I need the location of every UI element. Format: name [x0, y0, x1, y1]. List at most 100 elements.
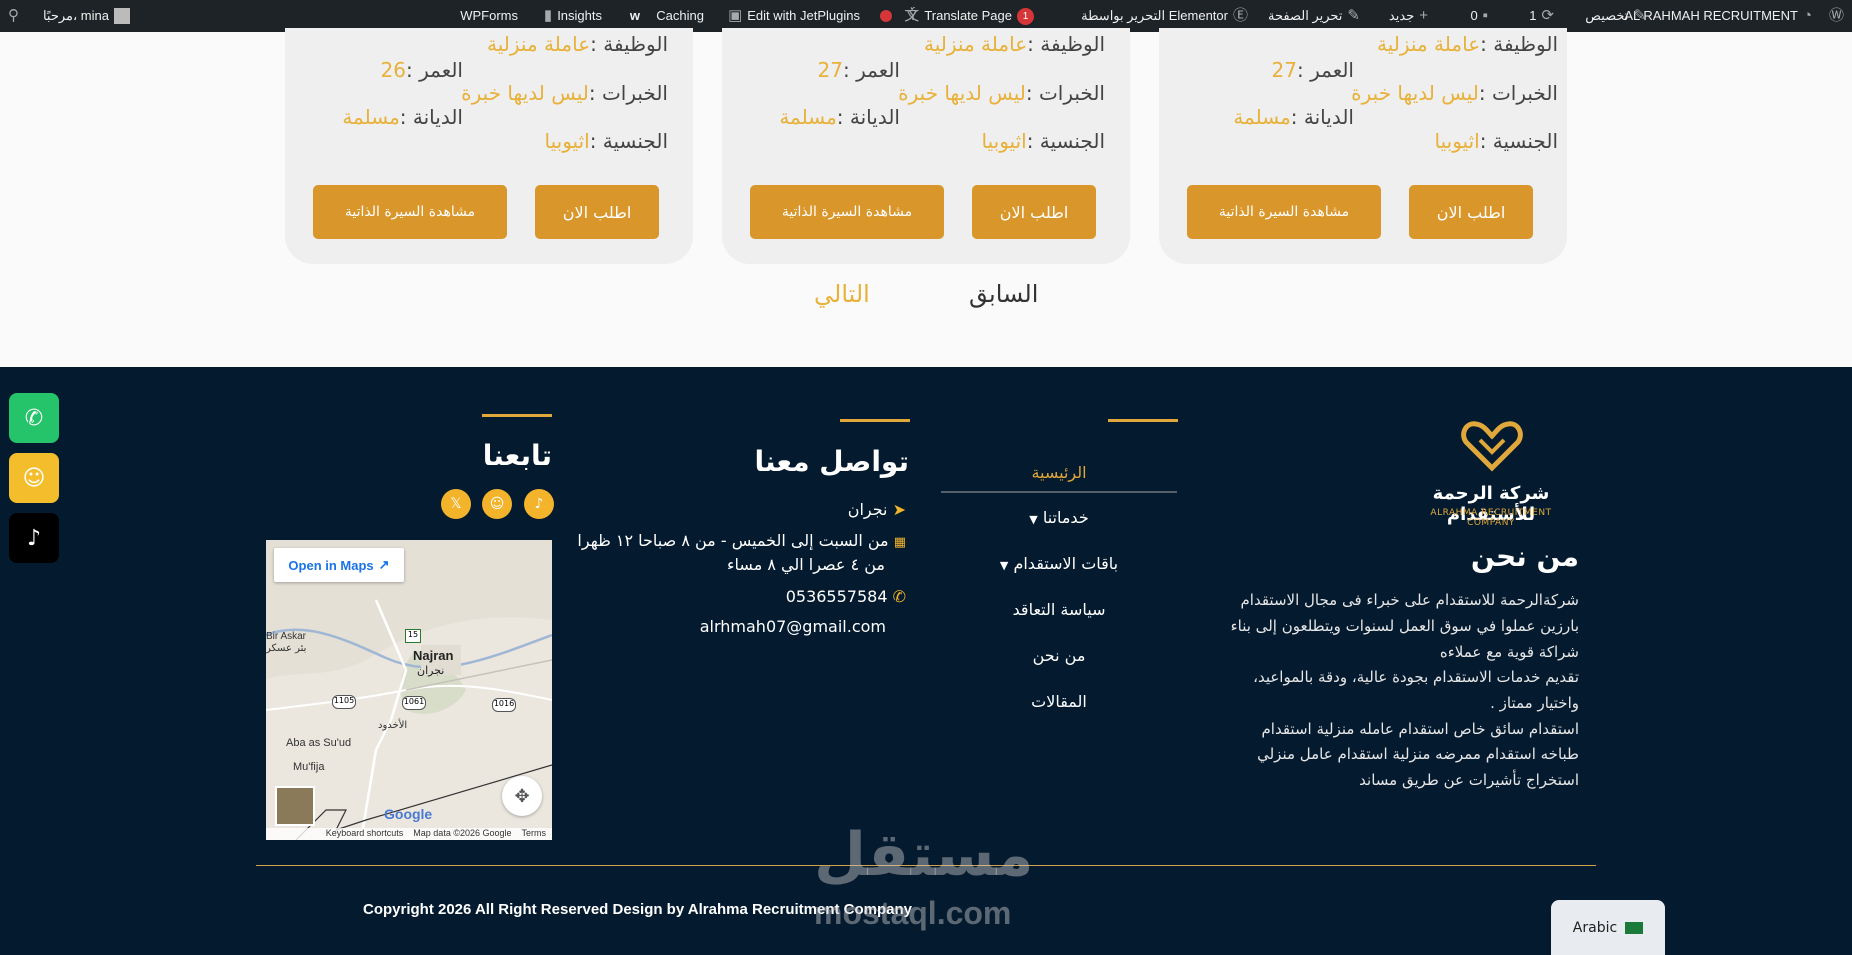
- dashboard-icon: ◔: [1802, 7, 1812, 24]
- map-label-bir-askar-ar: بئر عسكر: [266, 643, 307, 654]
- menu-item-articles[interactable]: المقالات: [941, 692, 1177, 711]
- menu-item-services[interactable]: خدماتنا ▼: [941, 508, 1177, 527]
- road-shield-15: 15: [405, 629, 421, 643]
- worker-card-2: الوظيفة :عاملة منزلية العمر :27 الخبرات …: [722, 28, 1130, 264]
- tiktok-icon[interactable]: ♪: [524, 489, 554, 519]
- job-row: الوظيفة :عاملة منزلية: [487, 32, 668, 56]
- experience-value: ليس لديها خبرة: [1351, 81, 1479, 105]
- job-row: الوظيفة :عاملة منزلية: [924, 32, 1105, 56]
- phone-row[interactable]: ✆ 0536557584: [786, 587, 906, 606]
- job-value: عاملة منزلية: [924, 32, 1028, 56]
- apply-button[interactable]: اطلب الان: [535, 185, 659, 239]
- map-satellite-toggle[interactable]: [275, 786, 315, 826]
- open-in-maps-button[interactable]: Open in Maps ↗: [274, 548, 404, 582]
- map-label-ukhdud: الأخدود: [378, 720, 408, 731]
- terms-link[interactable]: Terms: [522, 828, 547, 840]
- age-value: 26: [380, 58, 406, 82]
- menu-item-services-label: خدماتنا: [1042, 508, 1089, 527]
- watermark-arabic: مستقل: [814, 820, 1034, 890]
- customize-link[interactable]: تخصيص ✎: [1585, 0, 1646, 32]
- experience-row: الخبرات :ليس لديها خبرة: [461, 81, 668, 105]
- experience-row: الخبرات :ليس لديها خبرة: [898, 81, 1105, 105]
- job-label: الوظيفة :: [1027, 32, 1105, 56]
- snapchat-float-icon[interactable]: ☺: [9, 453, 59, 503]
- google-logo: Google: [384, 806, 433, 822]
- nationality-value: اثيوبيا: [1434, 129, 1480, 153]
- religion-row: الديانة :مسلمة: [342, 105, 463, 129]
- age-row: العمر :27: [1272, 58, 1354, 82]
- pagination-prev[interactable]: السابق: [969, 280, 1038, 308]
- search-icon[interactable]: ⚲: [8, 0, 19, 32]
- google-map[interactable]: Open in Maps ↗ Bir Askar بئر عسكر Najran …: [266, 540, 552, 840]
- menu-item-contract-policy[interactable]: سياسة التعاقد: [941, 600, 1177, 619]
- keyboard-shortcuts-link[interactable]: Keyboard shortcuts: [326, 828, 404, 840]
- hours-row: ▦ من السبت إلى الخميس - من ٨ صباحا ١٢ ظه…: [577, 531, 906, 550]
- apply-button[interactable]: اطلب الان: [1409, 185, 1533, 239]
- brush-icon: ✎: [1633, 7, 1646, 24]
- job-label: الوظيفة :: [590, 32, 668, 56]
- age-label: العمر :: [843, 58, 900, 82]
- logo-english: ALRAHMA RECRUITMENT COMPANY: [1430, 508, 1552, 528]
- x-twitter-icon[interactable]: 𝕏: [441, 489, 471, 519]
- map-label-najran: Najran: [413, 648, 454, 663]
- experience-label: الخبرات :: [1478, 81, 1558, 105]
- menu-item-packages[interactable]: باقات الاستقدام ▼: [941, 554, 1177, 573]
- hours-row-2: من ٤ عصرا الي ٨ مساء: [727, 555, 885, 574]
- nationality-value: اثيوبيا: [544, 129, 590, 153]
- religion-label: الديانة :: [1290, 105, 1354, 129]
- road-shield-1061: 1061: [402, 696, 426, 710]
- follow-title: تابعنا: [482, 439, 552, 472]
- external-link-icon: ↗: [378, 557, 390, 572]
- tiktok-float-icon[interactable]: ♪: [9, 513, 59, 563]
- wordpress-logo-icon[interactable]: Ⓦ: [1829, 0, 1844, 32]
- about-line: طباخه استقدام ممرضه منزلية استقدام عامل …: [1257, 745, 1579, 763]
- map-data-label: Map data ©2026 Google: [413, 828, 512, 838]
- apply-button[interactable]: اطلب الان: [972, 185, 1096, 239]
- about-text: شركةالرحمة للاستقدام على خبراء فى مجال ا…: [1179, 591, 1579, 831]
- age-label: العمر :: [406, 58, 463, 82]
- nationality-row: الجنسية :اثيوبيا: [545, 129, 668, 153]
- hours-line-1: من السبت إلى الخميس - من ٨ صباحا ١٢ ظهرا: [577, 531, 889, 550]
- religion-value: مسلمة: [779, 105, 837, 129]
- snapchat-icon[interactable]: ☺: [482, 489, 512, 519]
- site-name-link[interactable]: AL RAHMAH RECRUITMENT ◔: [1624, 0, 1812, 32]
- email-row[interactable]: alrhmah07@gmail.com: [700, 617, 886, 636]
- about-line: تقديم خدمات الاستقدام بجودة عالية، ودقة …: [1253, 668, 1579, 686]
- language-switcher[interactable]: Arabic: [1551, 900, 1665, 955]
- religion-value: مسلمة: [1233, 105, 1291, 129]
- map-pan-control-icon[interactable]: ✥: [502, 776, 542, 816]
- nationality-label: الجنسية :: [589, 129, 668, 153]
- company-logo-icon: [1458, 416, 1526, 472]
- contact-title: تواصل معنا: [754, 445, 909, 478]
- map-label-aba: Aba as Su'ud: [286, 737, 352, 749]
- calendar-icon: ▦: [893, 535, 906, 550]
- saudi-flag-icon: [1625, 921, 1644, 934]
- whatsapp-icon[interactable]: ✆: [9, 393, 59, 443]
- menu-item-home[interactable]: الرئيسية: [941, 463, 1177, 482]
- menu-item-about[interactable]: من نحن: [941, 646, 1177, 665]
- religion-label: الديانة :: [836, 105, 900, 129]
- experience-label: الخبرات :: [1025, 81, 1105, 105]
- city-row: ➤ نجران: [848, 500, 906, 519]
- view-cv-button[interactable]: مشاهدة السيرة الذاتية: [1187, 185, 1381, 239]
- account-menu[interactable]: مرحبًا، mina: [43, 0, 130, 32]
- pagination-next[interactable]: التالي: [814, 280, 870, 308]
- view-cv-button[interactable]: مشاهدة السيرة الذاتية: [750, 185, 944, 239]
- customize-label: تخصيص: [1585, 8, 1629, 23]
- religion-label: الديانة :: [399, 105, 463, 129]
- nationality-label: الجنسية :: [1026, 129, 1105, 153]
- menu-item-packages-label: باقات الاستقدام: [1013, 554, 1119, 573]
- religion-row: الديانة :مسلمة: [779, 105, 900, 129]
- view-cv-button[interactable]: مشاهدة السيرة الذاتية: [313, 185, 507, 239]
- translate-badge: 1: [1017, 7, 1034, 25]
- about-line: واختيار ممتاز .: [1490, 694, 1579, 712]
- about-line: شراكة قوية مع عملاءه: [1439, 643, 1579, 661]
- job-value: عاملة منزلية: [1377, 32, 1481, 56]
- caret-down-icon: ▼: [999, 559, 1009, 572]
- about-title: من نحن: [1470, 540, 1579, 573]
- age-value: 27: [817, 58, 843, 82]
- menu-divider: [1108, 419, 1178, 422]
- worker-card-1: الوظيفة :عاملة منزلية العمر :27 الخبرات …: [1159, 28, 1567, 264]
- nationality-row: الجنسية :اثيوبيا: [1435, 129, 1558, 153]
- location-arrow-icon: ➤: [892, 500, 906, 519]
